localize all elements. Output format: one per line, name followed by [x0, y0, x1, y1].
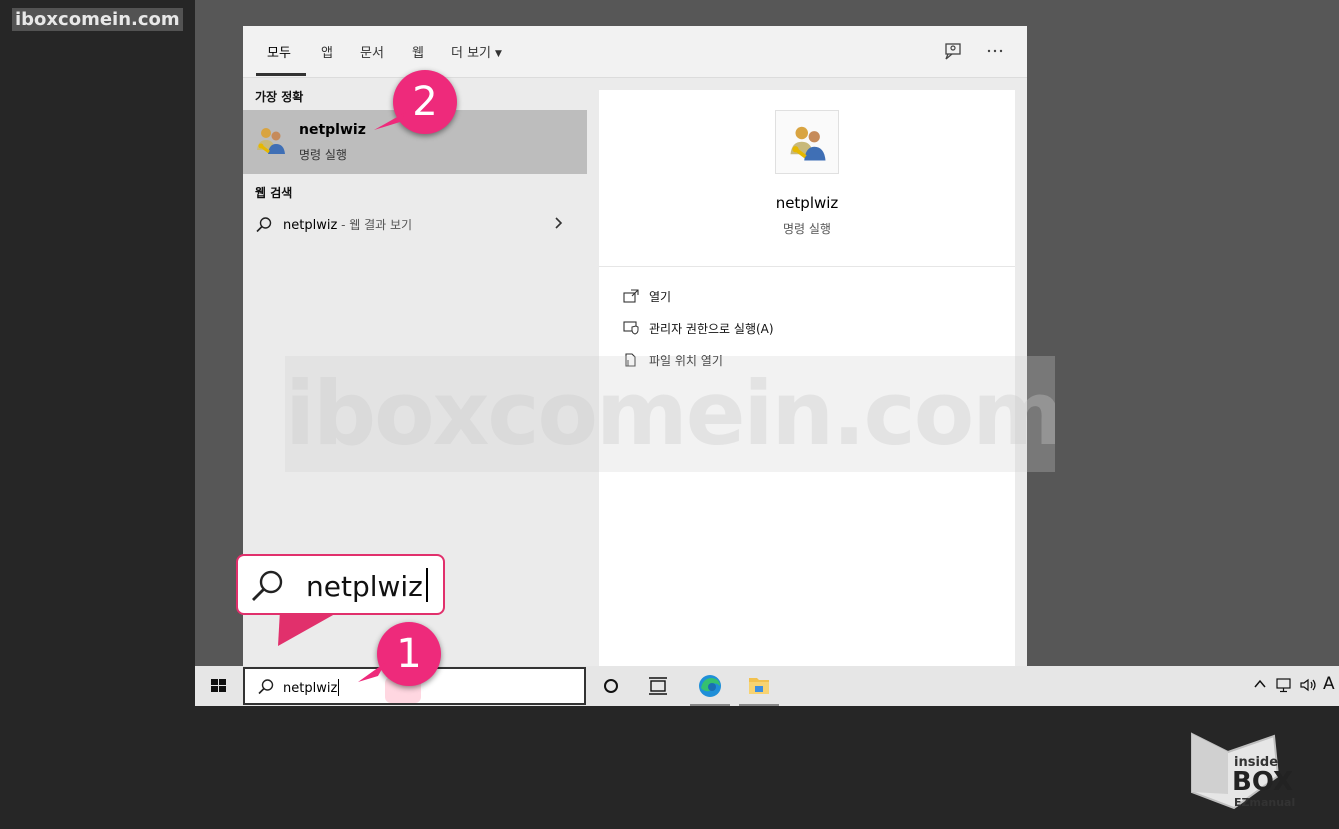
text-caret: [338, 679, 340, 696]
chevron-right-icon: [553, 213, 565, 237]
volume-icon: [1300, 678, 1316, 692]
web-result-suffix: - 웹 결과 보기: [337, 218, 413, 232]
folder-icon: [749, 678, 769, 694]
feedback-icon[interactable]: [942, 40, 964, 62]
brand-line2: BOX: [1232, 767, 1293, 797]
start-button[interactable]: [195, 666, 243, 706]
task-view-button[interactable]: [636, 666, 680, 706]
brand-line3: EZmanual: [1234, 796, 1295, 809]
tab-more-label: 더 보기: [451, 46, 492, 61]
search-input[interactable]: netplwiz: [283, 679, 340, 696]
preview-title: netplwiz: [775, 194, 839, 212]
action-open[interactable]: 열기: [623, 288, 671, 308]
cortana-button[interactable]: [589, 666, 633, 706]
users-icon: [255, 124, 287, 156]
web-search-heading: 웹 검색: [255, 186, 293, 200]
search-tabbar: 모두 앱 문서 웹 더 보기 ▼: [243, 26, 1027, 78]
shield-icon: [623, 321, 639, 335]
file-explorer-button[interactable]: [737, 666, 781, 706]
action-run-as-admin-label: 관리자 권한으로 실행(A): [649, 322, 774, 336]
input-language-indicator[interactable]: A: [1323, 674, 1335, 694]
running-indicator: [739, 704, 779, 706]
action-open-label: 열기: [649, 290, 672, 304]
volume-button[interactable]: [1299, 676, 1319, 698]
caret-down-icon: ▼: [495, 49, 502, 59]
best-match-heading: 가장 정확: [255, 90, 304, 104]
best-match-subtitle: 명령 실행: [299, 148, 347, 162]
running-indicator: [690, 704, 730, 706]
open-icon: [623, 289, 639, 303]
users-icon: [790, 126, 826, 161]
callout-text: netplwiz: [306, 568, 428, 603]
web-search-result[interactable]: netplwiz - 웹 결과 보기: [243, 212, 587, 240]
tab-web[interactable]: 웹: [412, 42, 424, 61]
badge-pointer: [358, 662, 386, 682]
callout-value: netplwiz: [306, 570, 423, 603]
preview-divider: [599, 266, 1015, 267]
site-watermark-large: iboxcomein.com: [285, 356, 1055, 472]
tab-documents[interactable]: 문서: [360, 42, 384, 61]
best-match-title: netplwiz: [299, 122, 366, 138]
edge-icon: [699, 675, 721, 697]
chevron-up-icon: [1254, 679, 1266, 688]
search-input-value: netplwiz: [283, 681, 338, 696]
web-result-text: netplwiz - 웹 결과 보기: [283, 216, 412, 233]
tab-all[interactable]: 모두: [267, 42, 291, 61]
windows-logo-icon: [211, 679, 226, 692]
search-icon: [255, 216, 273, 234]
callout-tail: [278, 610, 342, 646]
badge-pointer: [374, 112, 406, 130]
tab-more[interactable]: 더 보기 ▼: [451, 42, 502, 61]
more-options-icon[interactable]: [984, 40, 1006, 62]
task-view-icon: [649, 677, 667, 695]
network-icon: [1276, 678, 1291, 693]
action-run-as-admin[interactable]: 관리자 권한으로 실행(A): [623, 320, 774, 340]
cortana-icon: [604, 679, 618, 693]
site-watermark: iboxcomein.com: [12, 8, 183, 31]
edge-button[interactable]: [688, 666, 732, 706]
text-caret: [425, 568, 428, 602]
network-button[interactable]: [1275, 676, 1293, 698]
search-icon: [250, 568, 286, 604]
tab-apps[interactable]: 앱: [321, 42, 333, 61]
web-result-query: netplwiz: [283, 218, 338, 233]
search-icon: [257, 678, 275, 696]
search-zoom-callout: netplwiz: [236, 554, 445, 615]
preview-subtitle: 명령 실행: [783, 222, 831, 236]
app-tile: [775, 110, 839, 174]
active-tab-indicator: [256, 73, 306, 76]
show-hidden-icons-button[interactable]: [1253, 676, 1267, 696]
brand-logo: inside BOX EZmanual: [1188, 730, 1320, 812]
